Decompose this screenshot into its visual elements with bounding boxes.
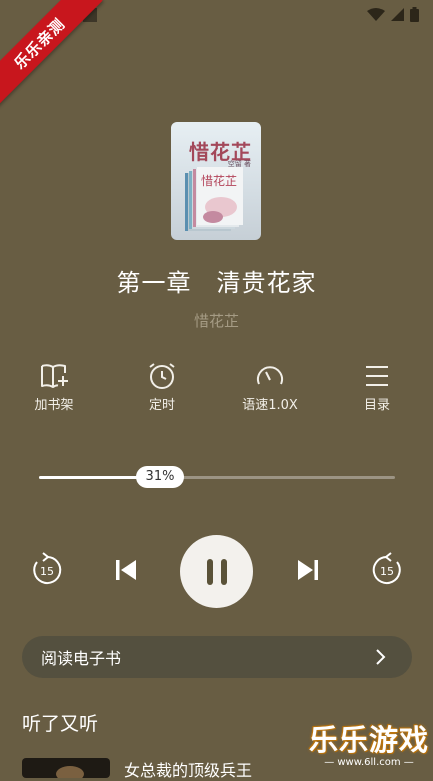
alarm-clock-icon [149, 363, 175, 389]
chapter-title: 第一章 清贵花家 [116, 269, 317, 297]
action-label: 加书架 [34, 398, 74, 413]
action-label: 目录 [363, 398, 390, 413]
pause-button[interactable] [180, 535, 253, 608]
svg-text:15: 15 [380, 565, 394, 578]
next-button[interactable] [292, 554, 324, 586]
watermark-brand: 乐乐游戏 [308, 723, 429, 757]
read-ebook-button[interactable]: 阅读电子书 [22, 636, 412, 678]
svg-text:惜花芷: 惜花芷 [201, 173, 237, 188]
skip-previous-icon [116, 560, 136, 580]
watermark: 乐乐游戏 — www.6ll.com — [309, 717, 429, 768]
timer-button[interactable]: 定时 [122, 362, 202, 413]
book-cover[interactable]: 惜花芷 空留 著 惜花芷 [171, 122, 261, 240]
signal-icon [391, 8, 404, 21]
wifi-icon [367, 7, 385, 21]
skip-next-icon [298, 560, 318, 580]
section-title: 听了又听 [22, 713, 99, 735]
previous-button[interactable] [110, 554, 142, 586]
rewind-15-icon: 15 [33, 552, 62, 584]
chevron-right-icon [376, 649, 386, 665]
add-bookshelf-icon [41, 364, 68, 388]
progress-slider[interactable] [39, 476, 395, 479]
read-ebook-label: 阅读电子书 [41, 649, 122, 668]
pause-icon [206, 558, 227, 585]
svg-text:15: 15 [40, 565, 54, 578]
menu-list-icon [366, 366, 388, 386]
action-label: 语速1.0X [242, 398, 298, 413]
book-name: 惜花芷 [193, 312, 239, 330]
action-label: 定时 [148, 398, 175, 413]
progress-fill [39, 476, 150, 479]
rewind-15-button[interactable]: 15 [29, 552, 65, 588]
action-bar: 加书架 定时 语速1.0X 目录 [0, 362, 433, 422]
battery-icon [410, 7, 419, 22]
speed-gauge-icon [257, 366, 283, 385]
recommend-cover-art [56, 766, 84, 778]
recommend-title[interactable]: 女总裁的顶级兵王 [124, 757, 252, 781]
forward-15-button[interactable]: 15 [369, 552, 405, 588]
catalog-button[interactable]: 目录 [337, 362, 417, 413]
forward-15-icon: 15 [372, 552, 401, 584]
progress-thumb[interactable]: 31% [136, 466, 184, 488]
book-stack-illustration: 惜花芷 [185, 167, 243, 231]
status-icons [367, 7, 419, 22]
speed-button[interactable]: 语速1.0X [230, 362, 310, 413]
recommend-cover[interactable] [22, 758, 110, 778]
watermark-url: — www.6ll.com — [324, 757, 414, 768]
add-bookshelf-button[interactable]: 加书架 [14, 362, 94, 413]
